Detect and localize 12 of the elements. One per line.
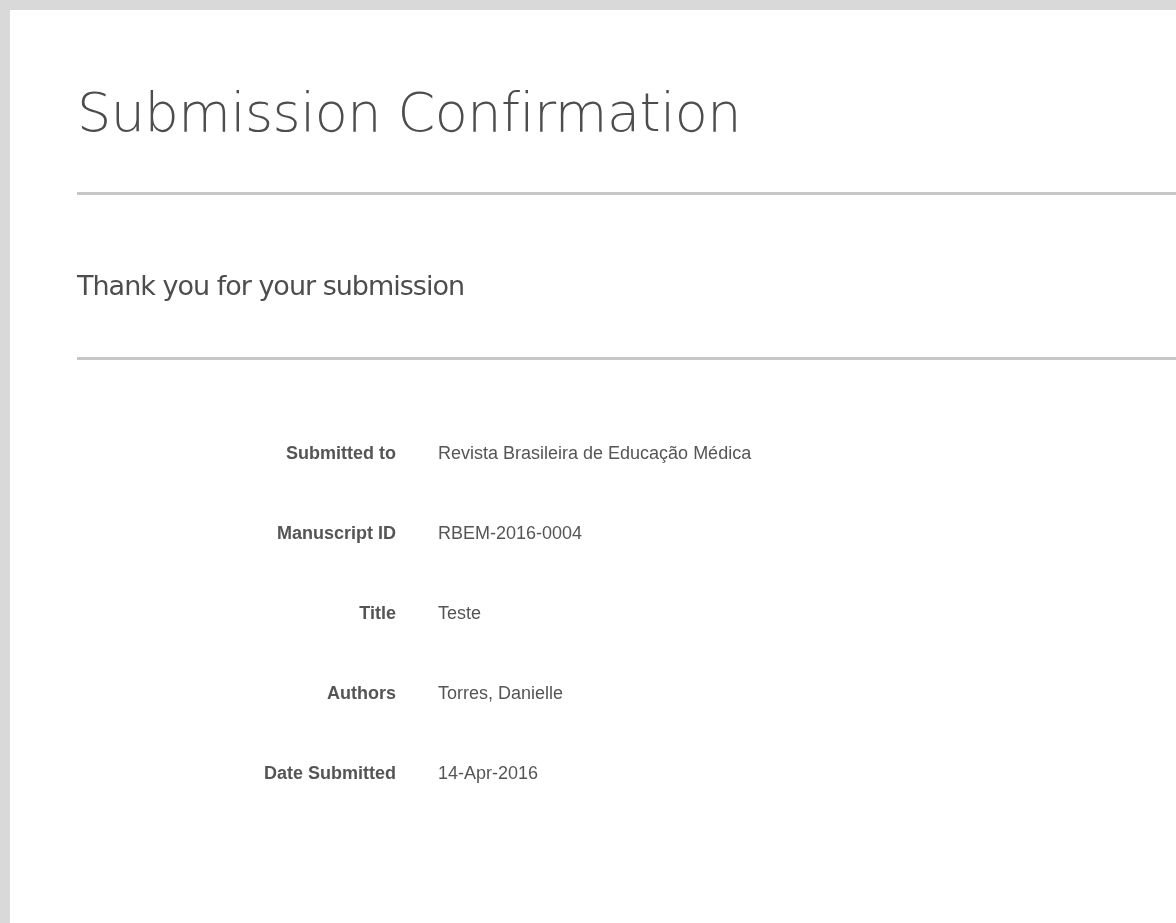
page-title: Submission Confirmation [77,80,742,146]
field-label: Date Submitted [264,764,396,782]
field-value: RBEM-2016-0004 [438,524,583,542]
field-label: Submitted to [286,444,396,462]
field-value: Revista Brasileira de Educação Médica [438,444,752,462]
field-label: Authors [327,684,396,702]
field-label: Title [359,604,396,622]
field-value: 14-Apr-2016 [438,764,539,782]
field-label: Manuscript ID [277,524,396,542]
field-value: Torres, Danielle [438,684,564,702]
field-value: Teste [438,604,482,622]
confirmation-message: Thank you for your submission [77,269,466,303]
